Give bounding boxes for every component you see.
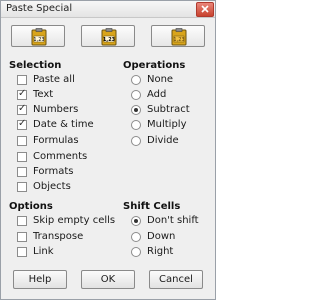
radio[interactable]	[131, 90, 141, 100]
ok-button[interactable]: OK	[81, 270, 135, 289]
checkbox-label: Numbers	[33, 104, 79, 115]
radio[interactable]	[131, 247, 141, 257]
radio-label: Multiply	[147, 119, 187, 130]
radio[interactable]	[131, 232, 141, 242]
preset-values-formats-button[interactable]: 1,23	[81, 25, 135, 47]
close-icon	[201, 5, 209, 13]
checkbox-label: Objects	[33, 181, 71, 192]
operations-heading: Operations	[123, 60, 186, 71]
radio[interactable]	[131, 136, 141, 146]
preset-formats-only-badge: 1,23	[173, 37, 184, 43]
close-button[interactable]	[196, 2, 214, 17]
checkbox-label: Comments	[33, 151, 88, 162]
checkmark-icon: ✓	[18, 118, 27, 129]
radio[interactable]	[131, 120, 141, 130]
radio-selected-dot	[134, 219, 138, 223]
selection-heading: Selection	[9, 60, 62, 71]
checkbox[interactable]	[17, 216, 27, 226]
radio-label: Add	[147, 89, 167, 100]
radio-label: Right	[147, 246, 174, 257]
checkbox[interactable]	[17, 75, 27, 85]
checkbox[interactable]	[17, 136, 27, 146]
radio-selected-dot	[134, 108, 138, 112]
clipboard-values-icon: 1,23	[31, 28, 47, 46]
clipboard-values-formats-icon: 1,23	[101, 28, 117, 46]
preset-values-formats-badge: 1,23	[103, 37, 116, 43]
checkbox-label: Paste all	[33, 74, 75, 85]
checkbox-label: Skip empty cells	[33, 215, 116, 226]
shift-cells-heading: Shift Cells	[123, 201, 181, 212]
dialog-title: Paste Special	[6, 3, 73, 14]
checkbox[interactable]: ✓	[17, 118, 27, 130]
checkbox-label: Text	[33, 89, 54, 100]
checkbox-label: Link	[33, 246, 54, 257]
radio-label: None	[147, 74, 174, 85]
checkbox-label: Formulas	[33, 135, 79, 146]
checkmark-icon: ✓	[18, 88, 27, 99]
cancel-button[interactable]: Cancel	[149, 270, 203, 289]
checkbox[interactable]	[17, 167, 27, 177]
checkbox[interactable]	[17, 232, 27, 242]
radio[interactable]	[131, 105, 141, 115]
radio[interactable]	[131, 75, 141, 85]
radio-label: Don't shift	[147, 215, 199, 226]
checkbox[interactable]	[17, 247, 27, 257]
checkbox-label: Date & time	[33, 119, 94, 130]
checkmark-icon: ✓	[18, 103, 27, 114]
checkbox[interactable]	[17, 152, 27, 162]
radio[interactable]	[131, 216, 141, 226]
checkbox[interactable]: ✓	[17, 103, 27, 115]
preset-toolbar: 1,23 1,23 1,23	[11, 25, 205, 47]
paste-special-dialog: Paste Special 1,23 1,23 1,23 Selection P…	[0, 0, 216, 300]
radio-label: Subtract	[147, 104, 190, 115]
preset-values-only-button[interactable]: 1,23	[11, 25, 65, 47]
preset-formats-only-button[interactable]: 1,23	[151, 25, 205, 47]
title-bar[interactable]: Paste Special	[1, 1, 215, 18]
checkbox[interactable]	[17, 182, 27, 192]
checkbox-label: Transpose	[33, 231, 84, 242]
radio-label: Down	[147, 231, 176, 242]
checkbox-label: Formats	[33, 166, 74, 177]
clipboard-formats-icon: 1,23	[171, 28, 187, 46]
options-heading: Options	[9, 201, 53, 212]
checkbox[interactable]: ✓	[17, 88, 27, 100]
preset-values-only-badge: 1,23	[33, 37, 44, 43]
radio-label: Divide	[147, 135, 179, 146]
help-button[interactable]: Help	[13, 270, 67, 289]
